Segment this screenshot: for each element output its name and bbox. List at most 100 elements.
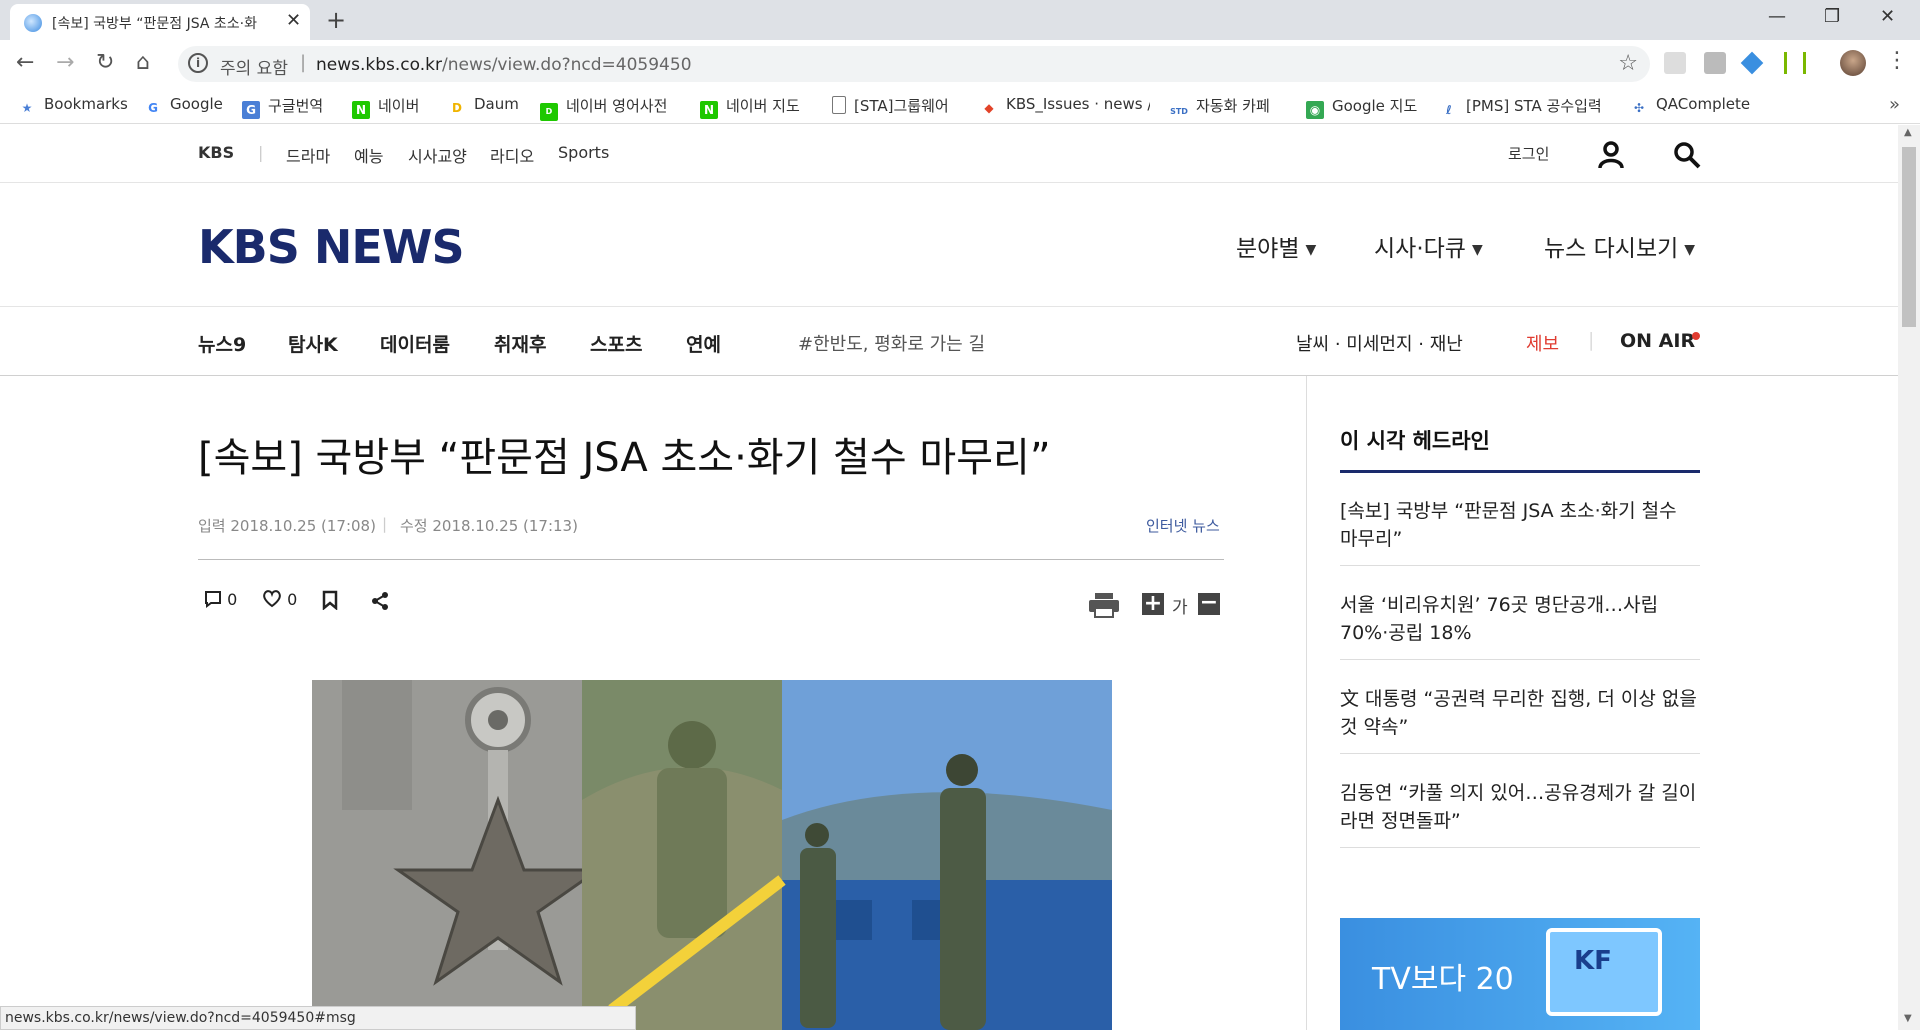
forward-icon[interactable]: →: [56, 50, 74, 75]
bookmark-item[interactable]: ℓ [PMS] STA 공수입력: [1440, 95, 1602, 119]
bookmark-item[interactable]: [STA]그룹웨어: [832, 95, 949, 116]
heart-icon: [263, 590, 281, 608]
scroll-down-icon[interactable]: ▼: [1904, 1013, 1912, 1024]
topnav-separator: |: [258, 143, 264, 162]
site-topnav: KBS | 드라마 예능 시사교양 라디오 Sports 로그인: [0, 125, 1898, 183]
section-after-report[interactable]: 취재후: [494, 330, 546, 357]
article-photo[interactable]: [312, 680, 1112, 1030]
bookmark-item[interactable]: ◉ Google 지도: [1306, 95, 1417, 119]
comment-icon: [205, 591, 221, 608]
banner-logo: KF: [1574, 946, 1612, 976]
bookmark-item[interactable]: ★ Bookmarks: [18, 95, 128, 117]
sidebar-headline-2[interactable]: 서울 ‘비리유치원’ 76곳 명단공개…사립 70%·공립 18%: [1340, 591, 1700, 647]
login-link[interactable]: 로그인: [1508, 143, 1549, 164]
menu-by-category[interactable]: 분야별 ▼: [1236, 229, 1316, 263]
bookmark-icon[interactable]: [322, 590, 338, 610]
bookmark-item[interactable]: N 네이버 지도: [700, 95, 800, 119]
extension-icon[interactable]: [1664, 52, 1686, 74]
sidebar-headline-1[interactable]: [속보] 국방부 “판문점 JSA 초소·화기 철수 마무리”: [1340, 497, 1700, 553]
topnav-variety[interactable]: 예능: [354, 143, 383, 167]
sidebar-title-underline: [1340, 470, 1700, 473]
weather-link[interactable]: 날씨 · 미세먼지 · 재난: [1296, 330, 1463, 356]
caret-down-icon: ▼: [1471, 242, 1483, 258]
onair-link[interactable]: ON AIR: [1620, 330, 1695, 352]
security-warning: 주의 요함: [220, 59, 288, 79]
bookmark-item[interactable]: D Daum: [448, 95, 519, 117]
column-divider: [1306, 376, 1307, 1030]
section-tamsak[interactable]: 탐사K: [288, 330, 338, 357]
bookmark-item[interactable]: G Google: [144, 95, 223, 117]
address-separator: |: [300, 52, 307, 73]
tv-icon: KF: [1546, 928, 1662, 1016]
bookmark-item[interactable]: D 네이버 영어사전: [540, 95, 667, 121]
bookmark-item[interactable]: ◆ KBS_Issues · news / i: [980, 95, 1150, 117]
onair-dot: [1692, 332, 1700, 340]
extension-icon[interactable]: [1784, 52, 1806, 74]
home-icon[interactable]: ⌂: [136, 50, 150, 75]
article-photo-art: [312, 680, 1112, 1030]
tip-link[interactable]: 제보: [1526, 330, 1559, 356]
avatar[interactable]: [1840, 50, 1866, 76]
browser-toolbar: ← → ↻ ⌂ i 주의 요함 | news.kbs.co.kr/news/vi…: [0, 40, 1920, 88]
topnav-drama[interactable]: 드라마: [286, 143, 330, 167]
font-increase-icon[interactable]: +: [1142, 593, 1164, 615]
article-meta-divider: [198, 559, 1224, 560]
search-icon[interactable]: [1673, 141, 1701, 169]
bookmark-item[interactable]: N 네이버: [352, 95, 419, 119]
promo-banner[interactable]: TV보다 20 KF: [1340, 918, 1700, 1030]
topnav-current-affairs[interactable]: 시사교양: [408, 143, 467, 167]
menu-icon[interactable]: ⋮: [1886, 48, 1908, 73]
share-icon[interactable]: [370, 591, 390, 611]
like-button[interactable]: 0: [262, 590, 297, 609]
article-source[interactable]: 인터넷 뉴스: [1146, 515, 1220, 536]
reload-icon[interactable]: ↻: [96, 50, 114, 75]
comment-count: 0: [227, 590, 238, 609]
restore-icon[interactable]: ❐: [1824, 6, 1840, 27]
like-count: 0: [287, 590, 298, 609]
back-icon[interactable]: ←: [16, 50, 34, 75]
tab-close-icon[interactable]: ✕: [286, 10, 301, 31]
kbs-news-logo[interactable]: KBS NEWS: [198, 220, 465, 274]
cafe-icon: STD: [1170, 107, 1188, 116]
comment-button[interactable]: 0: [204, 590, 237, 609]
print-icon[interactable]: [1088, 592, 1120, 618]
hashtag-link[interactable]: #한반도, 평화로 가는 길: [798, 330, 985, 356]
bookmarks-bar: ★ Bookmarks G Google G 구글번역 N 네이버 D Daum D 네이버…: [0, 88, 1920, 124]
bookmark-item[interactable]: STD 자동화 카페: [1170, 95, 1270, 121]
info-icon[interactable]: i: [188, 53, 208, 73]
scroll-up-icon[interactable]: ▲: [1904, 127, 1912, 138]
article-modified-time: 수정 2018.10.25 (17:13): [400, 517, 578, 535]
bookmark-item[interactable]: G 구글번역: [242, 95, 323, 119]
window-close-icon[interactable]: ✕: [1880, 6, 1895, 27]
sidebar-headline-3[interactable]: 文 대통령 “공권력 무리한 집행, 더 이상 없을 것 약속”: [1340, 685, 1700, 741]
extension-icon[interactable]: [1704, 52, 1726, 74]
section-sports[interactable]: 스포츠: [590, 330, 642, 357]
font-decrease-icon[interactable]: −: [1198, 592, 1220, 615]
sidebar-divider: [1340, 565, 1700, 566]
menu-replay[interactable]: 뉴스 다시보기 ▼: [1544, 229, 1695, 263]
user-icon[interactable]: [1598, 141, 1624, 169]
bookmark-star-icon[interactable]: ☆: [1618, 51, 1638, 76]
pms-icon: ℓ: [1446, 103, 1452, 117]
sidebar-headline-4[interactable]: 김동연 “카풀 의지 있어…공유경제가 갈 길이라면 정면돌파”: [1340, 779, 1700, 835]
browser-tab-active[interactable]: [속보] 국방부 “판문점 JSA 초소·화 ✕: [10, 4, 310, 40]
bookmark-item[interactable]: ✣ QAComplete: [1630, 95, 1750, 117]
address-bar[interactable]: i 주의 요함 | news.kbs.co.kr/news/view.do?nc…: [178, 46, 1650, 82]
extension-icon[interactable]: [1740, 51, 1764, 75]
menu-documentary[interactable]: 시사·다큐 ▼: [1374, 229, 1483, 263]
page-viewport: KBS | 드라마 예능 시사교양 라디오 Sports 로그인 KBS NEW…: [0, 125, 1898, 1030]
new-tab-icon[interactable]: +: [326, 6, 346, 34]
tab-title: [속보] 국방부 “판문점 JSA 초소·화: [52, 16, 257, 32]
kbs-brand-link[interactable]: KBS: [198, 143, 234, 162]
section-news9[interactable]: 뉴스9: [198, 330, 246, 357]
section-entertainment[interactable]: 연예: [686, 330, 721, 357]
scrollbar-thumb[interactable]: [1902, 147, 1916, 327]
topnav-radio[interactable]: 라디오: [490, 143, 534, 167]
sidebar-divider: [1340, 753, 1700, 754]
bookmarks-more-icon[interactable]: »: [1889, 94, 1900, 115]
minimize-icon[interactable]: —: [1768, 6, 1786, 27]
topnav-sports[interactable]: Sports: [558, 143, 609, 162]
sidebar-title: 이 시각 헤드라인: [1340, 429, 1490, 453]
page-scrollbar[interactable]: ▲ ▼: [1898, 125, 1920, 1030]
section-dataroom[interactable]: 데이터룸: [380, 330, 450, 357]
